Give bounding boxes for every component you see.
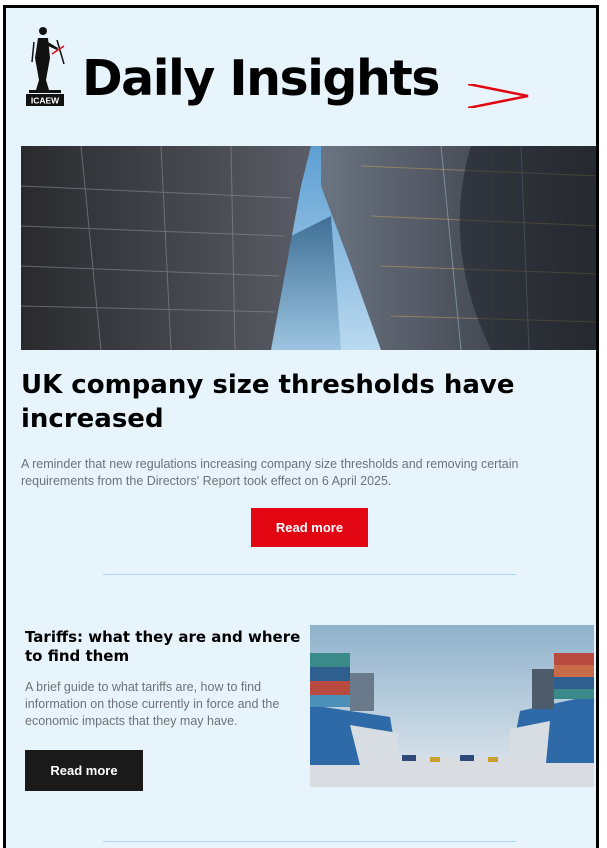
hero-headline[interactable]: UK company size thresholds have increase… [21,368,581,436]
chevron-right-icon [468,84,529,108]
hero-summary: A reminder that new regulations increasi… [21,457,519,488]
icaew-logo[interactable]: ICAEW [24,18,66,106]
newsletter-frame: ICAEW Daily Insights UK company size thr… [3,5,599,848]
logo-text: ICAEW [31,96,60,106]
article-image-cargo-ships[interactable] [310,625,594,787]
section-divider [103,574,516,575]
read-more-button[interactable]: Read more [251,508,368,547]
section-divider-bottom [103,841,516,842]
justice-figure-icon [29,27,65,93]
article-summary-tariffs: A brief guide to what tariffs are, how t… [25,680,280,728]
hero-image-skyscrapers[interactable] [21,146,596,350]
article-headline-tariffs[interactable]: Tariffs: what they are and where to find… [25,628,310,666]
read-more-button-tariffs[interactable]: Read more [25,750,143,791]
newsletter-title: Daily Insights [82,50,440,107]
